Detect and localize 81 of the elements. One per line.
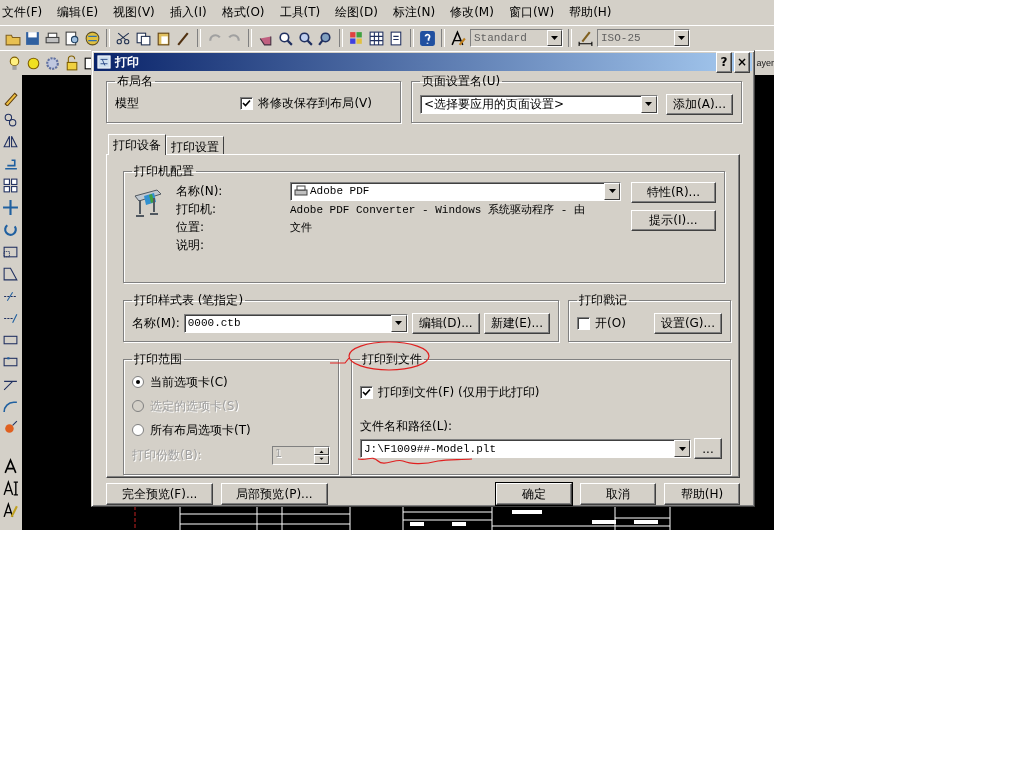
dialog-button[interactable]: 局部预览(P)... (221, 483, 328, 505)
tab[interactable]: 打印设备 (108, 134, 166, 155)
menu-item[interactable]: 编辑(E) (57, 4, 99, 21)
file-path-dropdown[interactable]: J:\F1009##-Model.plt (360, 439, 691, 458)
color-grid-icon[interactable] (348, 29, 365, 47)
caret-icon (395, 321, 403, 325)
dimension-style-dropdown[interactable]: ISO-25 (597, 29, 690, 47)
tab[interactable]: 打印设置 (166, 136, 224, 154)
menu-item[interactable]: 工具(T) (279, 4, 321, 21)
checkmark-icon (362, 388, 371, 397)
menu-item[interactable]: 绘图(D) (335, 4, 378, 21)
dialog-button[interactable]: 确定 (496, 483, 572, 505)
move-arrows-icon[interactable] (1, 199, 19, 216)
caret-icon (645, 102, 653, 106)
magnifier-page-icon[interactable] (64, 29, 81, 47)
properties-button[interactable]: 特性(R)... (631, 182, 716, 203)
menu-item[interactable]: 标注(N) (392, 4, 436, 21)
printer-value: Adobe PDF Converter - Windows 系统驱动程序 - 由 (290, 202, 586, 217)
menu-item[interactable]: 帮助(H) (569, 4, 612, 21)
save-icon[interactable] (24, 29, 41, 47)
group-title: 打印范围 (133, 351, 183, 368)
menu-item[interactable]: 插入(I) (169, 4, 207, 21)
help-button[interactable]: ? (716, 51, 732, 73)
dialog-button[interactable]: 帮助(H) (664, 483, 740, 505)
text-icon[interactable] (1, 458, 19, 475)
stamp-on-checkbox[interactable]: 开(O) (577, 314, 626, 332)
zoom-window-icon[interactable] (297, 29, 314, 47)
text-edit-icon[interactable] (1, 502, 19, 519)
settings-button[interactable]: 设置(G)... (653, 312, 722, 334)
edit-button[interactable]: 编辑(D)... (411, 312, 480, 334)
table-icon[interactable] (368, 29, 385, 47)
plot-style-dropdown[interactable]: 0000.ctb (183, 313, 408, 333)
field-label: 打印机: (176, 200, 218, 218)
help-icon[interactable] (419, 29, 436, 47)
page-setup-dropdown[interactable]: <选择要应用的页面设置> (420, 94, 658, 114)
menu-item[interactable]: 视图(V) (113, 4, 155, 21)
dimension-style-icon[interactable] (577, 29, 594, 47)
text-cursor-icon[interactable] (1, 480, 19, 497)
add-button[interactable]: 添加(A)... (666, 93, 733, 115)
browse-button[interactable]: ... (694, 438, 722, 459)
dialog-button[interactable]: 取消 (580, 483, 656, 505)
menu-item[interactable]: 窗口(W) (508, 4, 555, 21)
stretch-icon[interactable] (1, 265, 19, 282)
group-title: 打印到文件 (361, 351, 423, 368)
new-button[interactable]: 新建(E)... (483, 312, 550, 334)
zoom-previous-icon[interactable] (317, 29, 334, 47)
menu-item[interactable]: 修改(M) (450, 4, 494, 21)
mirror-icon[interactable] (1, 133, 19, 150)
close-button[interactable]: × (734, 51, 750, 73)
text-style-icon[interactable] (450, 29, 467, 47)
array-icon[interactable] (1, 177, 19, 194)
window-title: 打印 (115, 53, 139, 71)
caret-icon (551, 36, 558, 40)
group-title: 页面设置名(U) (421, 73, 502, 90)
zoom-in-icon[interactable] (277, 29, 294, 47)
field-label: 名称(N): (176, 182, 224, 200)
radio-option[interactable]: 当前选项卡(C) (132, 370, 330, 394)
location-value: 文件 (290, 220, 313, 235)
group-title: 打印机配置 (133, 163, 195, 180)
field-label: 文件名和路径(L): (360, 418, 454, 435)
layer-label: ayer (756, 58, 774, 68)
field-label: 说明: (176, 236, 206, 254)
printer-name-dropdown[interactable]: Adobe PDF (290, 181, 621, 201)
caret-icon (678, 36, 685, 40)
field-label: 名称(M): (132, 314, 180, 332)
group-title: 打印样式表 (笔指定) (133, 292, 245, 309)
save-to-layout-checkbox[interactable]: 将修改保存到布局(V) (240, 94, 372, 112)
text-style-dropdown[interactable]: Standard (470, 29, 563, 47)
radio-option[interactable]: 所有布局选项卡(T) (132, 418, 330, 442)
caret-icon (678, 446, 686, 451)
checkmark-icon (242, 98, 252, 108)
field-label: 位置: (176, 218, 206, 236)
plot-to-file-checkbox[interactable]: 打印到文件(F) (仅用于此打印) (360, 384, 722, 401)
group-title: 打印戳记 (578, 292, 628, 309)
group-title: 布局名 (116, 73, 154, 90)
dialog-button[interactable]: 完全预览(F)... (106, 483, 213, 505)
layout-name-value: 模型 (115, 94, 139, 112)
caret-icon (608, 189, 616, 193)
menu-item[interactable]: 文件(F) (2, 4, 43, 21)
menu-item[interactable]: 格式(O) (221, 4, 265, 21)
hints-button[interactable]: 提示(I)... (631, 210, 716, 231)
